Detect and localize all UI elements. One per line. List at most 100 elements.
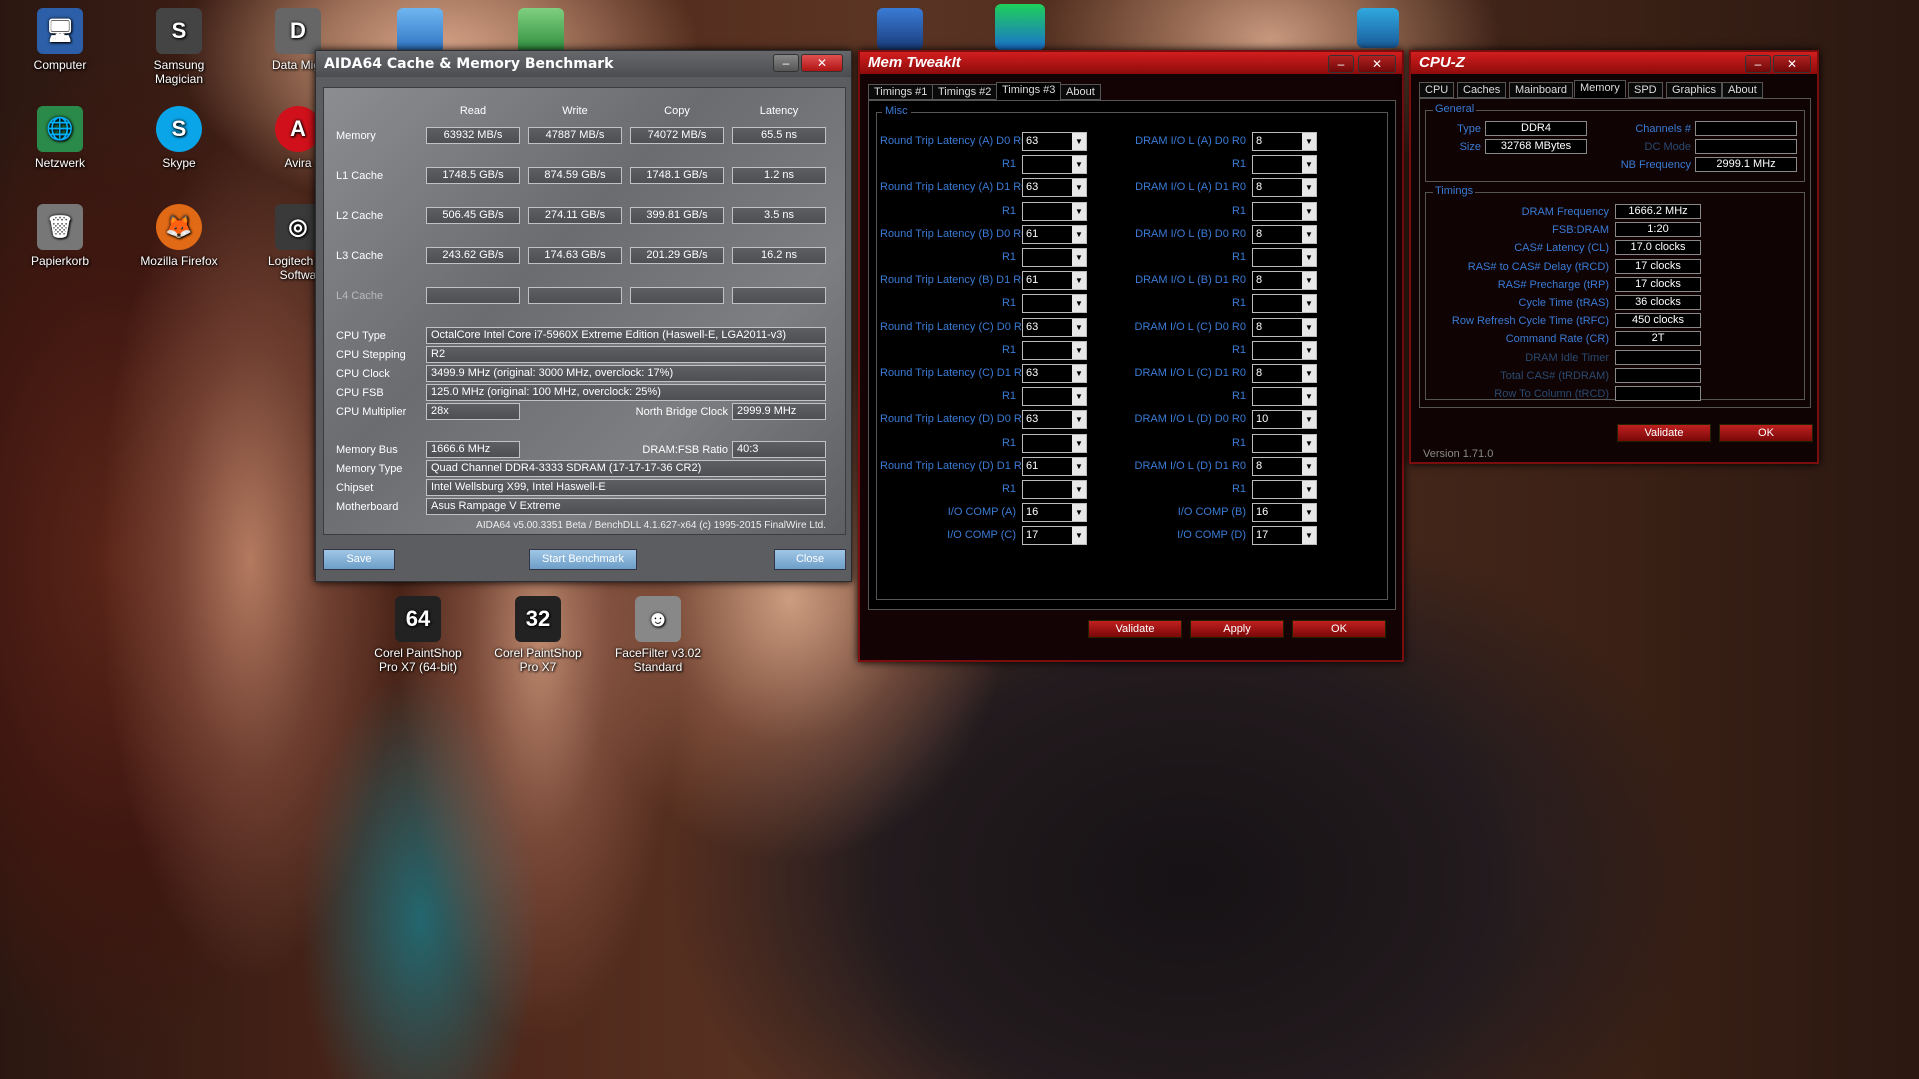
left-field-dropdown[interactable]: ▼ (1022, 294, 1087, 314)
tab-memory[interactable]: Memory (1574, 80, 1626, 98)
close-button[interactable]: ✕ (801, 54, 843, 72)
dram-ratio-value: 40:3 (732, 441, 826, 458)
timing-value: 17 clocks (1615, 258, 1701, 274)
desktop-icon-skype[interactable]: S Skype (131, 106, 227, 170)
tab-cpu[interactable]: CPU (1419, 82, 1455, 98)
left-field-dropdown[interactable]: 17 ▼ (1022, 526, 1087, 546)
tab-timings-3[interactable]: Timings #3 (996, 82, 1062, 100)
paint-app-icon[interactable] (397, 8, 443, 54)
aida64-window[interactable]: AIDA64 Cache & Memory Benchmark – ✕ Read… (315, 50, 852, 582)
validate-button[interactable]: Validate (1088, 620, 1182, 638)
right-field-label: DRAM I/O L (B) D0 R0 (1135, 227, 1246, 240)
right-field-dropdown[interactable]: ▼ (1252, 248, 1317, 267)
right-field-dropdown[interactable]: ▼ (1252, 201, 1317, 221)
tab-timings-1[interactable]: Timings #1 (868, 84, 934, 100)
left-field-dropdown[interactable]: 61 ▼ (1022, 224, 1087, 244)
validate-button[interactable]: Validate (1617, 424, 1711, 442)
left-field-dropdown[interactable]: 63 ▼ (1022, 132, 1087, 151)
right-field-dropdown[interactable]: ▼ (1252, 340, 1317, 360)
left-field-dropdown[interactable]: 61 ▼ (1022, 456, 1087, 476)
minimize-button[interactable]: – (773, 54, 799, 72)
desktop-icon-samsung-magician[interactable]: S Samsung Magician (131, 8, 227, 86)
left-field-dropdown[interactable]: 63 ▼ (1022, 364, 1087, 383)
tab-graphics[interactable]: Graphics (1666, 82, 1723, 98)
right-field-dropdown[interactable]: 8 ▼ (1252, 178, 1317, 198)
close-button[interactable]: ✕ (1358, 55, 1396, 73)
memory-read: 63932 MB/s (426, 127, 520, 144)
right-field-label: I/O COMP (D) (1177, 529, 1246, 542)
chart-app-icon[interactable] (877, 8, 923, 50)
right-field-dropdown[interactable]: 8 ▼ (1252, 224, 1317, 244)
right-field-dropdown[interactable]: ▼ (1252, 155, 1317, 175)
minimize-button[interactable]: – (1745, 55, 1771, 73)
close-button[interactable]: Close (774, 549, 846, 570)
right-field-dropdown[interactable]: 17 ▼ (1252, 526, 1317, 546)
close-button[interactable]: ✕ (1773, 55, 1811, 73)
dropdown-value: 61 (1026, 274, 1039, 287)
left-field-dropdown[interactable]: 63 ▼ (1022, 178, 1087, 198)
right-field-dropdown[interactable]: 10 ▼ (1252, 410, 1317, 430)
right-field-dropdown[interactable]: ▼ (1252, 294, 1317, 314)
l3-write: 174.63 GB/s (528, 247, 622, 264)
tab-mainboard[interactable]: Mainboard (1509, 82, 1573, 98)
desktop-icon-paintshop-32[interactable]: 32 Corel PaintShop Pro X7 (490, 596, 586, 674)
recycle-app-icon[interactable] (518, 8, 564, 54)
chevron-down-icon: ▼ (1072, 388, 1086, 406)
right-field-dropdown[interactable]: 16 ▼ (1252, 503, 1317, 523)
right-field-dropdown[interactable]: 8 ▼ (1252, 317, 1317, 337)
left-field-dropdown[interactable]: ▼ (1022, 480, 1087, 499)
right-field-dropdown[interactable]: 8 ▼ (1252, 271, 1317, 291)
apply-button[interactable]: Apply (1190, 620, 1284, 638)
minimize-button[interactable]: – (1328, 55, 1354, 73)
folder-app-icon[interactable] (1357, 8, 1399, 48)
save-button[interactable]: Save (323, 549, 395, 570)
right-field-dropdown[interactable]: 8 ▼ (1252, 364, 1317, 383)
desktop-icon-network[interactable]: 🌐 Netzwerk (12, 106, 108, 170)
desktop-icon-recycle-bin[interactable]: 🗑 Papierkorb (12, 204, 108, 268)
right-field-dropdown[interactable]: ▼ (1252, 387, 1317, 407)
desktop-icon-firefox[interactable]: 🦊 Mozilla Firefox (131, 204, 227, 268)
tab-about[interactable]: About (1060, 84, 1101, 100)
l2-write: 274.11 GB/s (528, 207, 622, 224)
chevron-down-icon: ▼ (1302, 133, 1316, 150)
right-field-dropdown[interactable]: 8 ▼ (1252, 132, 1317, 151)
memtweakit-window[interactable]: Mem TweakIt – ✕ Timings #1 Timings #2 Ti… (858, 50, 1404, 662)
left-field-dropdown[interactable]: ▼ (1022, 340, 1087, 360)
paintshop-32-icon: 32 (515, 596, 561, 642)
left-field-label: Round Trip Latency (B) D0 R0 (880, 227, 1028, 240)
tab-timings-2[interactable]: Timings #2 (932, 84, 998, 100)
right-field-dropdown[interactable]: ▼ (1252, 433, 1317, 453)
start-benchmark-button[interactable]: Start Benchmark (529, 549, 637, 570)
desktop-icon-facefilter[interactable]: ☻ FaceFilter v3.02 Standard (610, 596, 706, 674)
left-field-dropdown[interactable]: ▼ (1022, 433, 1087, 453)
desktop-icon-computer[interactable]: 🖥 Computer (12, 8, 108, 72)
desktop-icon-paintshop-64[interactable]: 64 Corel PaintShop Pro X7 (64-bit) (370, 596, 466, 674)
row-label: L2 Cache (336, 210, 384, 222)
left-field-dropdown[interactable]: 61 ▼ (1022, 271, 1087, 291)
chevron-down-icon: ▼ (1072, 318, 1086, 336)
left-field-dropdown[interactable]: ▼ (1022, 248, 1087, 267)
cpu-multiplier-label: CPU Multiplier (336, 406, 407, 418)
computer-icon: 🖥 (37, 8, 83, 54)
ok-button[interactable]: OK (1719, 424, 1813, 442)
right-field-dropdown[interactable]: ▼ (1252, 480, 1317, 499)
dropdown-value: 63 (1026, 135, 1039, 147)
left-field-dropdown[interactable]: ▼ (1022, 201, 1087, 221)
tab-caches[interactable]: Caches (1457, 82, 1507, 98)
ok-button[interactable]: OK (1292, 620, 1386, 638)
chevron-down-icon: ▼ (1072, 481, 1086, 498)
hyper-app-icon[interactable] (995, 4, 1045, 50)
tab-about[interactable]: About (1722, 82, 1763, 98)
right-field-dropdown[interactable]: 8 ▼ (1252, 456, 1317, 476)
left-field-dropdown[interactable]: 16 ▼ (1022, 503, 1087, 523)
row-label: L4 Cache (336, 290, 384, 302)
right-field-label: DRAM I/O L (A) D0 R0 (1135, 135, 1246, 147)
left-field-dropdown[interactable]: 63 ▼ (1022, 410, 1087, 430)
timing-label: FSB:DRAM (1552, 224, 1609, 237)
left-field-dropdown[interactable]: ▼ (1022, 387, 1087, 407)
cpuz-window[interactable]: CPU-Z – ✕ CPU Caches Mainboard Memory SP… (1409, 50, 1819, 464)
tab-spd[interactable]: SPD (1628, 82, 1663, 98)
timing-label: RAS# to CAS# Delay (tRCD) (1467, 260, 1609, 273)
left-field-dropdown[interactable]: ▼ (1022, 155, 1087, 175)
left-field-dropdown[interactable]: 63 ▼ (1022, 317, 1087, 337)
